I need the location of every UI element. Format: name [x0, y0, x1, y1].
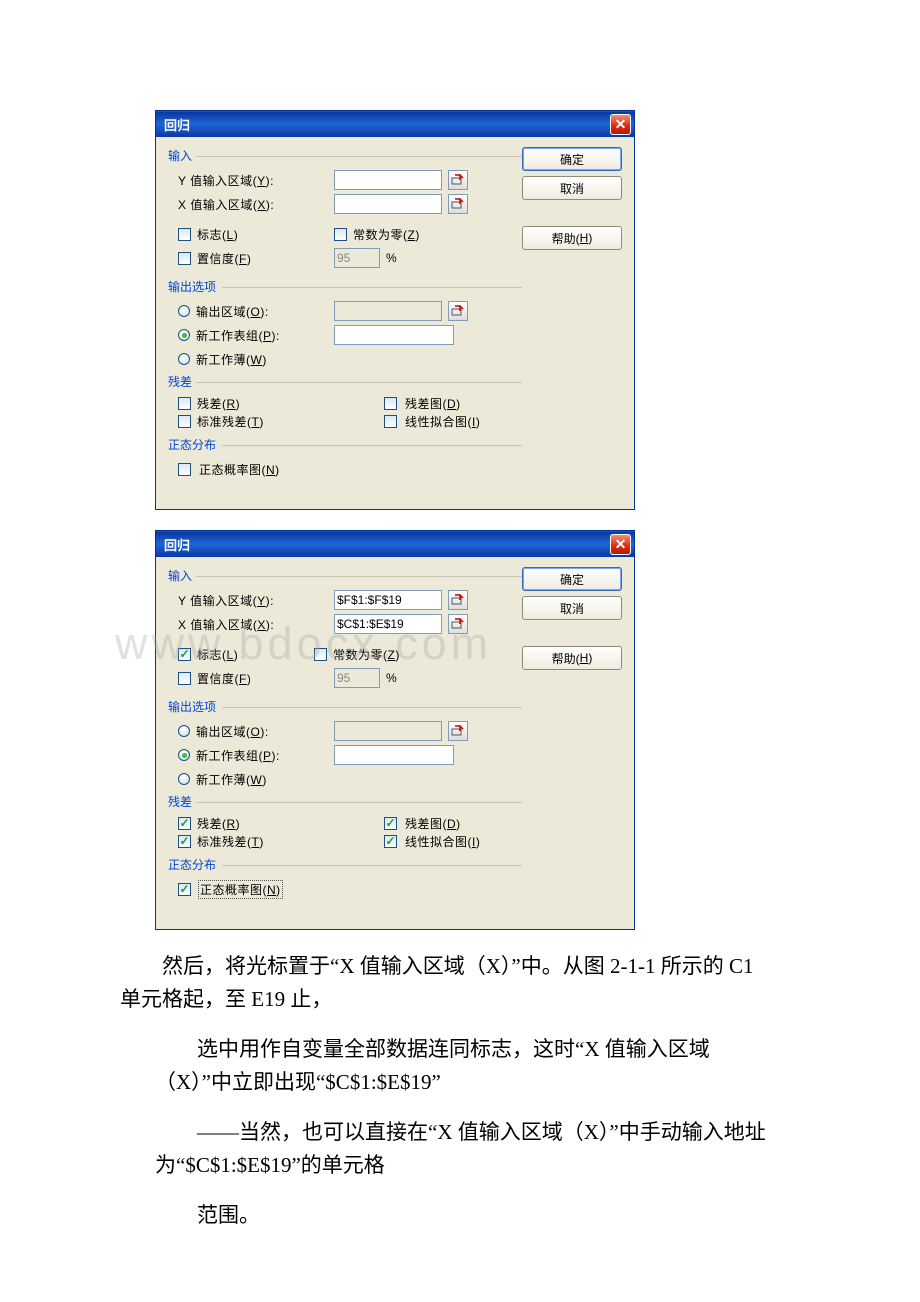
confidence-label: 置信度(F) [197, 670, 251, 687]
new-workbook-label: 新工作薄(W) [196, 351, 267, 368]
screenshots-container: www.bdocx.com 回归 ✕ 输入 Y 值输入区域(Y): [155, 110, 790, 930]
residual-checkbox[interactable] [178, 817, 191, 830]
labels-label: 标志(L) [197, 226, 238, 243]
close-button[interactable]: ✕ [610, 534, 631, 555]
help-button[interactable]: 帮助(H) [522, 226, 622, 250]
new-worksheet-field[interactable] [334, 325, 454, 345]
constant-zero-label: 常数为零(Z) [333, 646, 400, 663]
new-worksheet-label: 新工作表组(P): [196, 327, 280, 344]
confidence-value[interactable]: 95 [334, 248, 380, 268]
output-legend: 输出选项 [166, 278, 522, 295]
output-range-picker-icon[interactable] [448, 721, 468, 741]
ok-button[interactable]: 确定 [522, 147, 622, 171]
residual-label: 残差(R) [197, 395, 240, 412]
residual-plot-checkbox[interactable] [384, 817, 397, 830]
normal-legend: 正态分布 [166, 856, 522, 873]
regression-dialog-1: 回归 ✕ 输入 Y 值输入区域(Y): [155, 110, 635, 510]
confidence-checkbox[interactable] [178, 252, 191, 265]
line-fit-checkbox[interactable] [384, 835, 397, 848]
new-workbook-radio[interactable] [178, 353, 190, 365]
close-button[interactable]: ✕ [610, 114, 631, 135]
residual-checkbox[interactable] [178, 397, 191, 410]
cancel-button[interactable]: 取消 [522, 176, 622, 200]
x-input-label: X 值输入区域(X): [178, 616, 328, 633]
output-range-picker-icon[interactable] [448, 301, 468, 321]
dialog-title: 回归 [164, 535, 190, 554]
std-residual-checkbox[interactable] [178, 835, 191, 848]
normal-prob-checkbox[interactable] [178, 463, 191, 476]
output-range-field[interactable] [334, 721, 442, 741]
line-fit-checkbox[interactable] [384, 415, 397, 428]
titlebar: 回归 ✕ [156, 531, 634, 557]
paragraph-2: 选中用作自变量全部数据连同标志，这时“X 值输入区域（X）”中立即出现“$C$1… [155, 1033, 770, 1098]
normal-prob-label: 正态概率图(N) [199, 461, 280, 478]
regression-dialog-2: 回归 ✕ 输入 Y 值输入区域(Y): $F$1:$F$19 [155, 530, 635, 930]
new-worksheet-field[interactable] [334, 745, 454, 765]
paragraph-4: 范围。 [155, 1199, 770, 1232]
confidence-value[interactable]: 95 [334, 668, 380, 688]
new-worksheet-radio[interactable] [178, 329, 190, 341]
confidence-label: 置信度(F) [197, 250, 251, 267]
y-input-field[interactable] [334, 170, 442, 190]
pct-label: % [386, 251, 397, 265]
pct-label: % [386, 671, 397, 685]
output-range-radio[interactable] [178, 305, 190, 317]
new-worksheet-label: 新工作表组(P): [196, 747, 280, 764]
new-worksheet-radio[interactable] [178, 749, 190, 761]
residual-plot-label: 残差图(D) [405, 395, 461, 412]
y-range-picker-icon[interactable] [448, 170, 468, 190]
y-input-field[interactable]: $F$1:$F$19 [334, 590, 442, 610]
normal-legend: 正态分布 [166, 436, 522, 453]
y-input-label: Y 值输入区域(Y): [178, 172, 328, 189]
std-residual-label: 标准残差(T) [197, 413, 264, 430]
std-residual-label: 标准残差(T) [197, 833, 264, 850]
confidence-checkbox[interactable] [178, 672, 191, 685]
output-range-radio[interactable] [178, 725, 190, 737]
output-range-field[interactable] [334, 301, 442, 321]
output-range-label: 输出区域(O): [196, 303, 269, 320]
labels-checkbox[interactable] [178, 228, 191, 241]
residual-plot-checkbox[interactable] [384, 397, 397, 410]
input-legend: 输入 [166, 147, 522, 164]
close-icon: ✕ [615, 537, 627, 551]
close-icon: ✕ [615, 117, 627, 131]
constant-zero-label: 常数为零(Z) [353, 226, 420, 243]
x-range-picker-icon[interactable] [448, 194, 468, 214]
residual-legend: 残差 [166, 373, 522, 390]
residual-label: 残差(R) [197, 815, 240, 832]
normal-prob-checkbox[interactable] [178, 883, 191, 896]
y-range-picker-icon[interactable] [448, 590, 468, 610]
output-range-label: 输出区域(O): [196, 723, 269, 740]
output-legend: 输出选项 [166, 698, 522, 715]
std-residual-checkbox[interactable] [178, 415, 191, 428]
x-input-field[interactable]: $C$1:$E$19 [334, 614, 442, 634]
y-input-label: Y 值输入区域(Y): [178, 592, 328, 609]
titlebar: 回归 ✕ [156, 111, 634, 137]
help-button[interactable]: 帮助(H) [522, 646, 622, 670]
new-workbook-label: 新工作薄(W) [196, 771, 267, 788]
line-fit-label: 线性拟合图(I) [405, 413, 480, 430]
labels-label: 标志(L) [197, 646, 238, 663]
constant-zero-checkbox[interactable] [314, 648, 327, 661]
paragraph-1: 然后，将光标置于“X 值输入区域（X）”中。从图 2-1-1 所示的 C1 单元… [120, 950, 770, 1015]
x-input-field[interactable] [334, 194, 442, 214]
dialog-title: 回归 [164, 115, 190, 134]
ok-button[interactable]: 确定 [522, 567, 622, 591]
x-input-label: X 值输入区域(X): [178, 196, 328, 213]
constant-zero-checkbox[interactable] [334, 228, 347, 241]
x-range-picker-icon[interactable] [448, 614, 468, 634]
paragraph-3: ——当然，也可以直接在“X 值输入区域（X）”中手动输入地址为“$C$1:$E$… [155, 1116, 770, 1181]
cancel-button[interactable]: 取消 [522, 596, 622, 620]
labels-checkbox[interactable] [178, 648, 191, 661]
new-workbook-radio[interactable] [178, 773, 190, 785]
line-fit-label: 线性拟合图(I) [405, 833, 480, 850]
normal-prob-label: 正态概率图(N) [199, 881, 282, 898]
residual-plot-label: 残差图(D) [405, 815, 461, 832]
input-legend: 输入 [166, 567, 522, 584]
residual-legend: 残差 [166, 793, 522, 810]
